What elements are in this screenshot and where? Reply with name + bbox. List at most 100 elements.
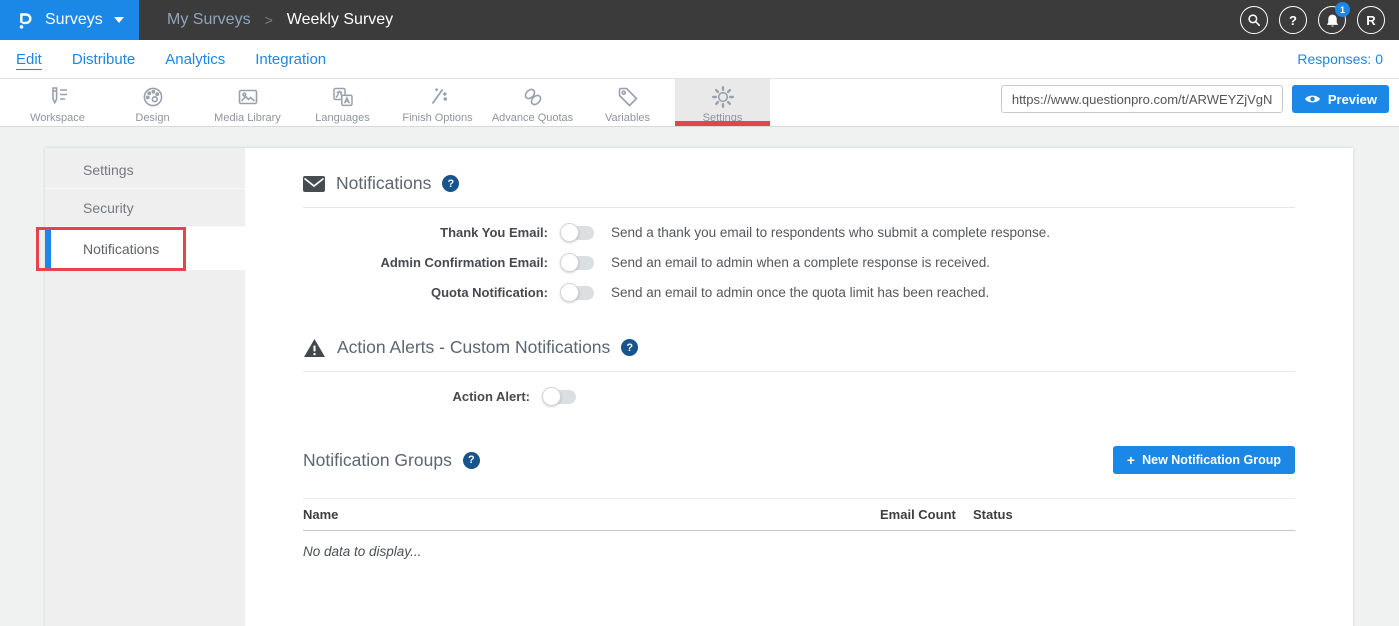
questionpro-logo-icon bbox=[14, 9, 36, 31]
notifications-section: Notifications ? Thank You Email: Send a … bbox=[303, 148, 1295, 300]
toolbar-item-media-library[interactable]: Media Library bbox=[200, 79, 295, 126]
settings-icon bbox=[710, 84, 736, 110]
field-description: Send an email to admin when a complete r… bbox=[611, 255, 990, 270]
preview-button[interactable]: Preview bbox=[1292, 85, 1389, 113]
toolbar-item-design[interactable]: Design bbox=[105, 79, 200, 126]
sidebar-item-label: Security bbox=[83, 200, 134, 216]
notifications-button[interactable]: 1 bbox=[1318, 6, 1346, 34]
envelope-icon bbox=[303, 176, 325, 192]
search-button[interactable] bbox=[1240, 6, 1268, 34]
field-label: Thank You Email: bbox=[303, 225, 548, 240]
annotation-underline bbox=[675, 121, 770, 126]
toolbar-label: Languages bbox=[315, 112, 369, 124]
section-header: Notifications ? bbox=[303, 173, 1295, 194]
breadcrumb-separator-icon: > bbox=[265, 12, 273, 28]
survey-url-input[interactable] bbox=[1001, 85, 1283, 113]
action-alert-row: Action Alert: bbox=[303, 389, 1295, 404]
field-description: Send a thank you email to respondents wh… bbox=[611, 225, 1050, 240]
sidebar-item-label: Settings bbox=[83, 162, 134, 178]
action-alert-rows: Action Alert: bbox=[303, 372, 1295, 404]
avatar[interactable]: R bbox=[1357, 6, 1385, 34]
notification-count-badge: 1 bbox=[1335, 2, 1350, 17]
settings-side-nav: Settings Security Notifications bbox=[45, 148, 245, 626]
empty-table-message: No data to display... bbox=[303, 544, 1295, 559]
sidebar-item-security[interactable]: Security bbox=[45, 189, 245, 227]
section-header: Action Alerts - Custom Notifications ? bbox=[303, 337, 1295, 358]
toolbar-item-advance-quotas[interactable]: Advance Quotas bbox=[485, 79, 580, 126]
toolbar-item-languages[interactable]: Languages bbox=[295, 79, 390, 126]
field-label: Quota Notification: bbox=[303, 285, 548, 300]
toggle-knob bbox=[560, 253, 579, 272]
notifications-settings-panel: Notifications ? Thank You Email: Send a … bbox=[245, 148, 1353, 559]
preview-label: Preview bbox=[1328, 92, 1377, 107]
workspace-icon bbox=[45, 84, 71, 110]
admin-confirmation-email-toggle[interactable] bbox=[561, 256, 594, 270]
edit-toolbar: Workspace Design Media Library bbox=[0, 79, 1399, 127]
thank-you-email-toggle[interactable] bbox=[561, 226, 594, 240]
toolbar-label: Media Library bbox=[214, 112, 281, 124]
new-notification-group-button[interactable]: + New Notification Group bbox=[1113, 446, 1295, 474]
eye-icon bbox=[1304, 93, 1321, 105]
toolbar-item-variables[interactable]: Variables bbox=[580, 79, 675, 126]
nav-tabs: Edit Distribute Analytics Integration bbox=[16, 51, 326, 68]
tab-analytics[interactable]: Analytics bbox=[165, 51, 225, 68]
toolbar-label: Design bbox=[135, 112, 169, 124]
section-title: Action Alerts - Custom Notifications bbox=[337, 337, 610, 358]
advance-quotas-icon bbox=[520, 84, 546, 110]
toolbar-item-workspace[interactable]: Workspace bbox=[10, 79, 105, 126]
groups-header: Notification Groups ? + New Notification… bbox=[303, 446, 1295, 474]
media-library-icon bbox=[235, 84, 261, 110]
toggle-knob bbox=[542, 387, 561, 406]
thank-you-email-row: Thank You Email: Send a thank you email … bbox=[303, 225, 1295, 240]
settings-card: Settings Security Notifications bbox=[45, 148, 1353, 626]
avatar-initial: R bbox=[1366, 13, 1375, 28]
variables-icon bbox=[615, 84, 641, 110]
toolbar-label: Workspace bbox=[30, 112, 85, 124]
toolbar-item-finish-options[interactable]: Finish Options bbox=[390, 79, 485, 126]
admin-confirmation-email-row: Admin Confirmation Email: Send an email … bbox=[303, 255, 1295, 270]
quota-notification-row: Quota Notification: Send an email to adm… bbox=[303, 285, 1295, 300]
toggle-knob bbox=[560, 283, 579, 302]
surveys-dropdown[interactable]: Surveys bbox=[0, 0, 139, 40]
quota-notification-toggle[interactable] bbox=[561, 286, 594, 300]
design-icon bbox=[140, 84, 166, 110]
notification-toggle-rows: Thank You Email: Send a thank you email … bbox=[303, 208, 1295, 300]
toolbar-item-settings[interactable]: Settings bbox=[675, 79, 770, 126]
groups-title-group: Notification Groups ? bbox=[303, 450, 480, 471]
action-alerts-section: Action Alerts - Custom Notifications ? A… bbox=[303, 337, 1295, 404]
groups-table-header: Name Email Count Status bbox=[303, 498, 1295, 531]
help-icon[interactable]: ? bbox=[442, 175, 459, 192]
url-preview-group: Preview bbox=[1001, 85, 1389, 113]
help-icon[interactable]: ? bbox=[621, 339, 638, 356]
column-header-name: Name bbox=[303, 507, 880, 522]
notification-groups-section: Notification Groups ? + New Notification… bbox=[303, 446, 1295, 559]
toolbar-label: Advance Quotas bbox=[492, 112, 573, 124]
new-group-label: New Notification Group bbox=[1142, 453, 1281, 467]
breadcrumb-parent[interactable]: My Surveys bbox=[167, 11, 251, 29]
sidebar-item-notifications[interactable]: Notifications bbox=[45, 227, 245, 270]
finish-options-icon bbox=[425, 84, 451, 110]
section-title: Notifications bbox=[336, 173, 431, 194]
action-alert-toggle[interactable] bbox=[543, 390, 576, 404]
topbar-actions: ? 1 R bbox=[1240, 6, 1399, 34]
breadcrumb: My Surveys > Weekly Survey bbox=[167, 11, 393, 29]
column-header-email-count: Email Count bbox=[880, 507, 973, 522]
breadcrumb-current: Weekly Survey bbox=[287, 11, 393, 29]
top-bar: Surveys My Surveys > Weekly Survey ? bbox=[0, 0, 1399, 40]
help-button[interactable]: ? bbox=[1279, 6, 1307, 34]
help-icon[interactable]: ? bbox=[463, 452, 480, 469]
responses-count[interactable]: Responses: 0 bbox=[1297, 51, 1383, 67]
sidebar-item-settings[interactable]: Settings bbox=[45, 151, 245, 189]
languages-icon bbox=[330, 84, 356, 110]
tab-integration[interactable]: Integration bbox=[255, 51, 326, 68]
tab-edit[interactable]: Edit bbox=[16, 51, 42, 68]
field-label: Action Alert: bbox=[303, 389, 530, 404]
field-label: Admin Confirmation Email: bbox=[303, 255, 548, 270]
section-title: Notification Groups bbox=[303, 450, 452, 471]
toolbar-label: Variables bbox=[605, 112, 650, 124]
tab-distribute[interactable]: Distribute bbox=[72, 51, 135, 68]
chevron-down-icon bbox=[114, 17, 124, 23]
toggle-knob bbox=[560, 223, 579, 242]
column-header-status: Status bbox=[973, 507, 1295, 522]
question-mark-icon: ? bbox=[1289, 13, 1297, 28]
